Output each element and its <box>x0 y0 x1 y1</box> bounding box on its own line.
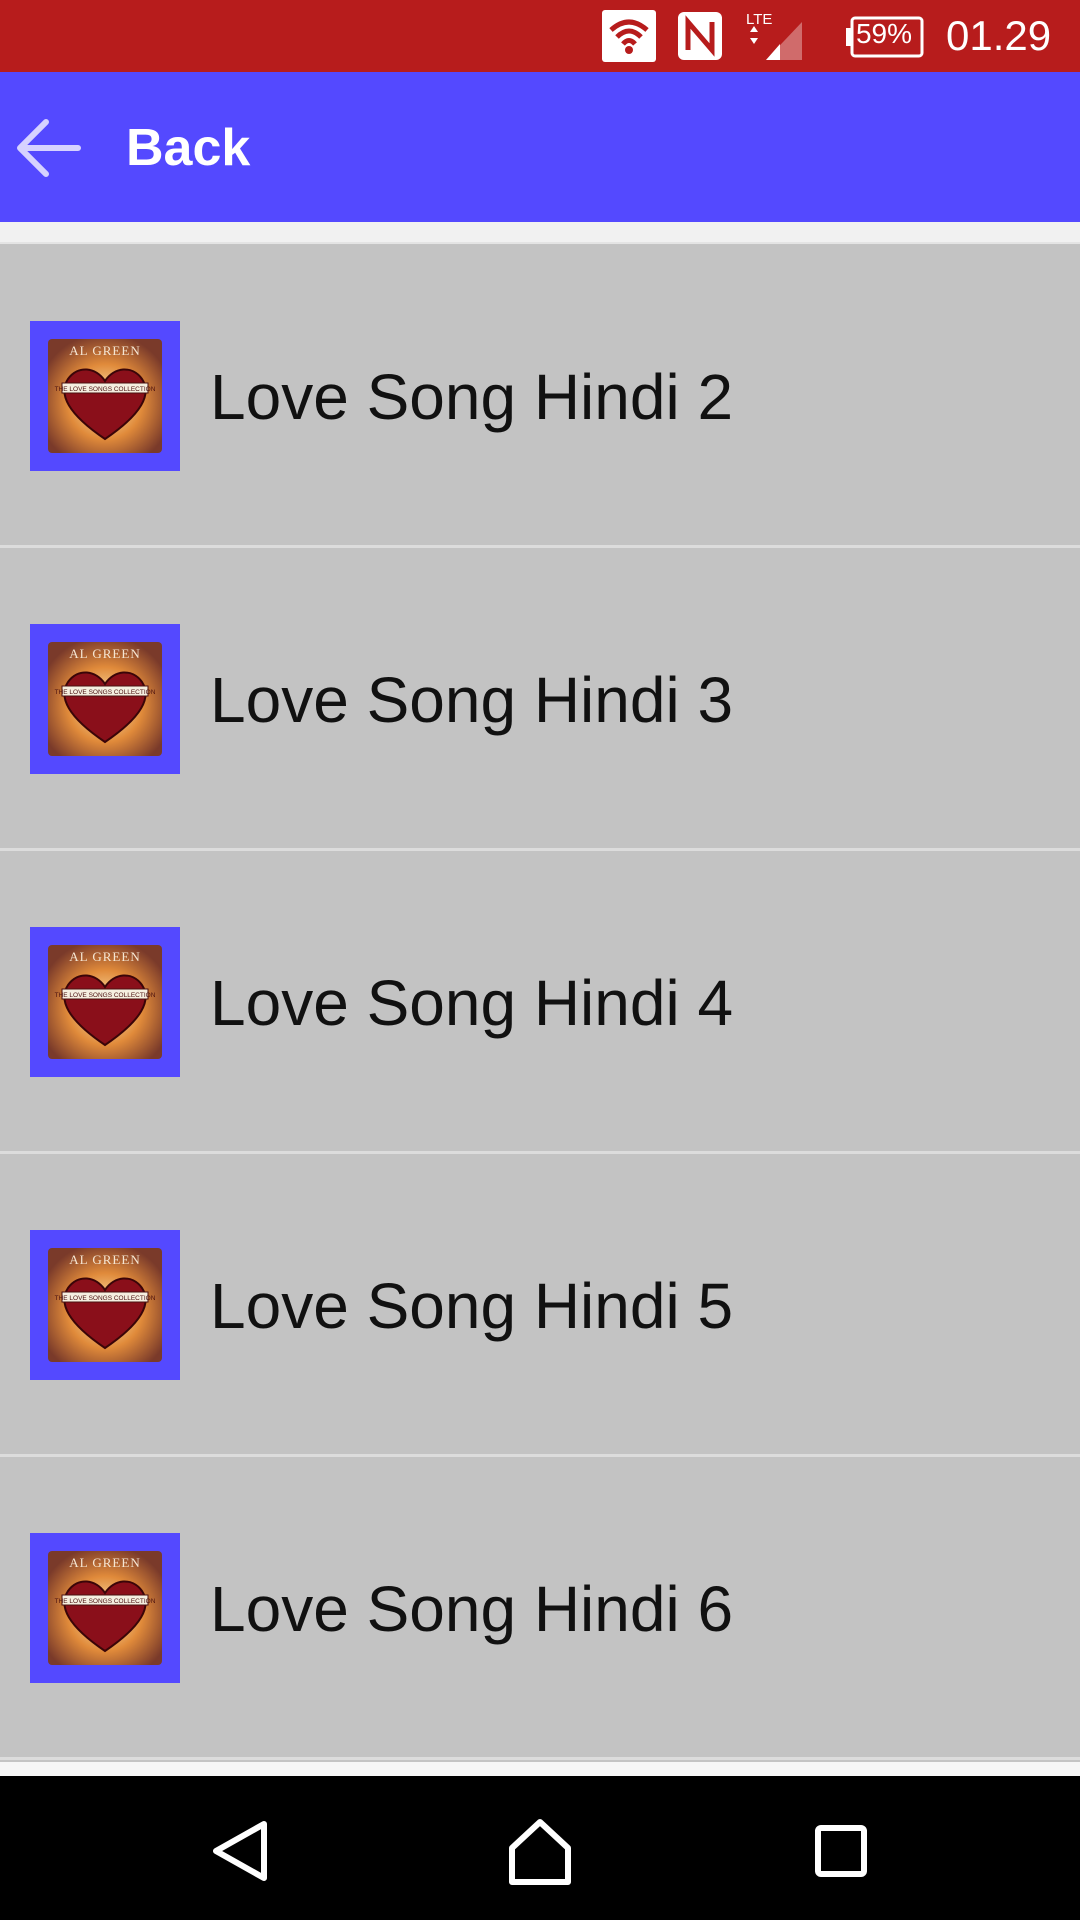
svg-text:AL GREEN: AL GREEN <box>69 1555 140 1570</box>
svg-text:THE LOVE SONGS COLLECTION: THE LOVE SONGS COLLECTION <box>55 992 156 999</box>
song-title: Love Song Hindi 2 <box>210 361 734 433</box>
list-top-divider <box>0 222 1080 244</box>
status-bar: LTE 59% 01.29 <box>0 0 1080 72</box>
nav-home-icon[interactable] <box>500 1816 580 1886</box>
heart-album-cover: AL GREEN THE LOVE SONGS COLLECTION <box>48 642 162 756</box>
song-title: Love Song Hindi 5 <box>210 1270 734 1342</box>
nav-back-icon[interactable] <box>200 1816 280 1886</box>
list-item[interactable]: AL GREEN THE LOVE SONGS COLLECTION Love … <box>0 548 1080 851</box>
svg-text:AL GREEN: AL GREEN <box>69 646 140 661</box>
svg-text:AL GREEN: AL GREEN <box>69 343 140 358</box>
album-art: AL GREEN THE LOVE SONGS COLLECTION <box>30 1533 180 1683</box>
nfc-icon <box>676 10 724 62</box>
heart-album-cover: AL GREEN THE LOVE SONGS COLLECTION <box>48 339 162 453</box>
album-art: AL GREEN THE LOVE SONGS COLLECTION <box>30 927 180 1077</box>
lte-signal-icon: LTE <box>744 10 806 62</box>
list-item[interactable]: AL GREEN THE LOVE SONGS COLLECTION Love … <box>0 851 1080 1154</box>
album-art: AL GREEN THE LOVE SONGS COLLECTION <box>30 624 180 774</box>
nav-recent-apps-icon[interactable] <box>800 1816 880 1886</box>
svg-text:THE LOVE SONGS COLLECTION: THE LOVE SONGS COLLECTION <box>55 1295 156 1302</box>
svg-text:AL GREEN: AL GREEN <box>69 1252 140 1267</box>
battery-icon: 59% <box>846 10 926 62</box>
heart-album-cover: AL GREEN THE LOVE SONGS COLLECTION <box>48 1248 162 1362</box>
song-title: Love Song Hindi 4 <box>210 967 734 1039</box>
song-title: Love Song Hindi 3 <box>210 664 734 736</box>
song-title: Love Song Hindi 6 <box>210 1573 734 1645</box>
album-art: AL GREEN THE LOVE SONGS COLLECTION <box>30 321 180 471</box>
list-item[interactable]: AL GREEN THE LOVE SONGS COLLECTION Love … <box>0 245 1080 548</box>
back-button[interactable]: Back <box>126 118 250 178</box>
back-arrow-icon[interactable] <box>12 112 84 184</box>
clock: 01.29 <box>946 12 1052 59</box>
svg-text:THE LOVE SONGS COLLECTION: THE LOVE SONGS COLLECTION <box>55 689 156 696</box>
ad-banner-edge[interactable] <box>0 1762 1080 1776</box>
heart-album-cover: AL GREEN THE LOVE SONGS COLLECTION <box>48 1551 162 1665</box>
svg-text:AL GREEN: AL GREEN <box>69 949 140 964</box>
app-bar: Back <box>0 72 1080 222</box>
svg-text:THE LOVE SONGS COLLECTION: THE LOVE SONGS COLLECTION <box>55 386 156 393</box>
heart-album-cover: AL GREEN THE LOVE SONGS COLLECTION <box>48 945 162 1059</box>
nav-bar <box>0 1776 1080 1920</box>
album-art: AL GREEN THE LOVE SONGS COLLECTION <box>30 1230 180 1380</box>
svg-text:THE LOVE SONGS COLLECTION: THE LOVE SONGS COLLECTION <box>55 1598 156 1605</box>
list-item[interactable]: AL GREEN THE LOVE SONGS COLLECTION Love … <box>0 1154 1080 1457</box>
list-item[interactable]: AL GREEN THE LOVE SONGS COLLECTION Love … <box>0 1457 1080 1760</box>
battery-percentage: 59% <box>855 18 913 49</box>
wifi-icon <box>602 10 656 62</box>
svg-text:LTE: LTE <box>746 11 772 28</box>
song-list: AL GREEN THE LOVE SONGS COLLECTION Love … <box>0 245 1080 1760</box>
